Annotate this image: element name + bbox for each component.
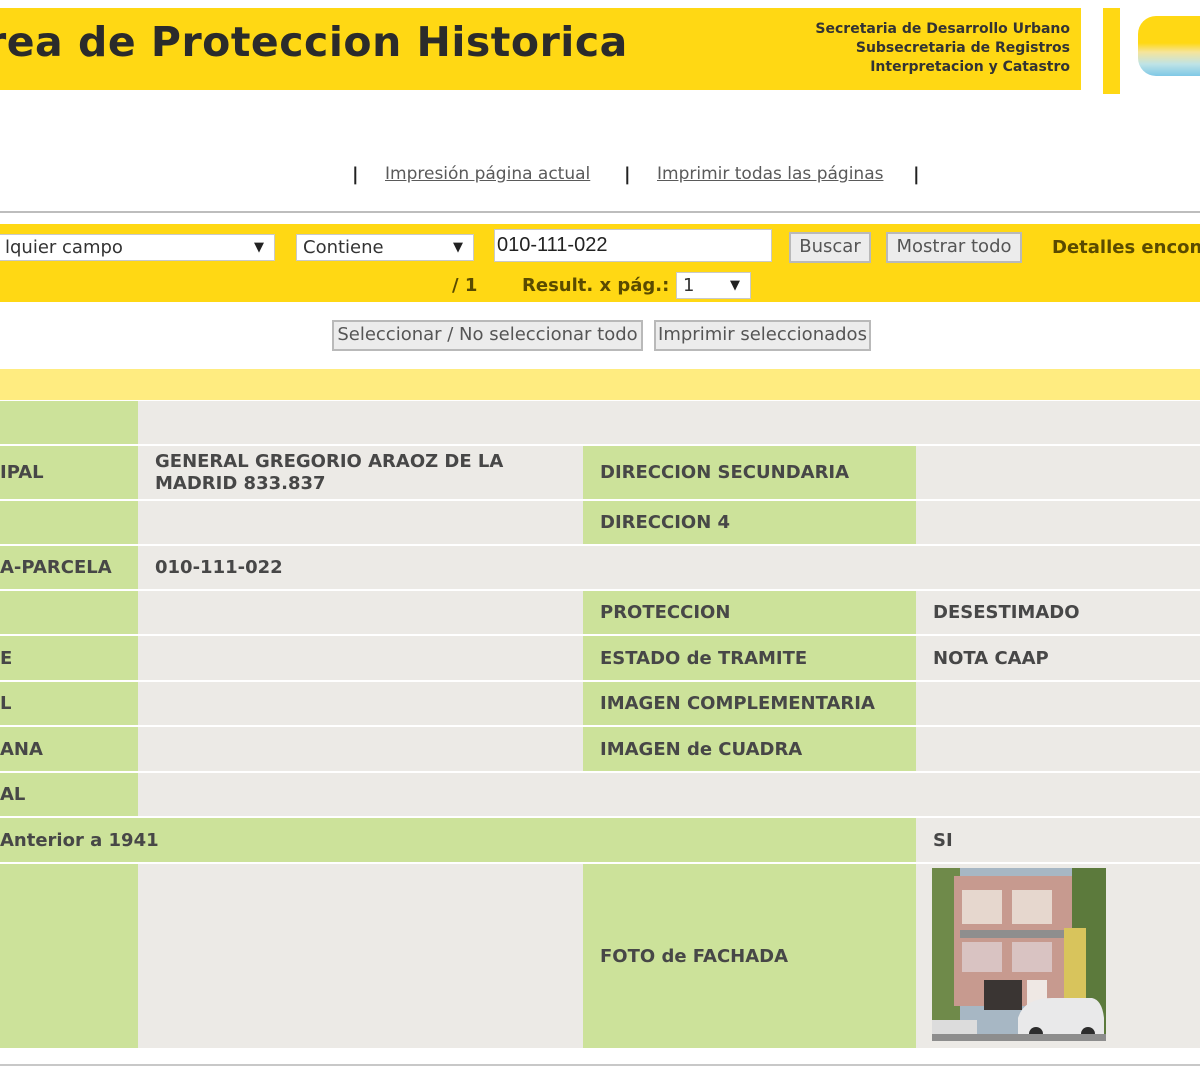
label-cell: A-PARCELA (0, 546, 138, 589)
value-cell (916, 727, 1200, 771)
value-cell (916, 501, 1200, 544)
dropdown-arrow-icon: ▼ (254, 240, 264, 255)
divider (0, 1064, 1200, 1066)
page-title: rea de Proteccion Historica (0, 18, 628, 66)
dept-line: Subsecretaria de Registros (855, 40, 1070, 56)
address-value: GENERAL GREGORIO ARAOZ DE LA MADRID 833.… (138, 446, 583, 499)
label-cell: AL (0, 773, 138, 816)
search-input[interactable]: 010-111-022 (494, 229, 772, 262)
label-cell: DIRECCION SECUNDARIA (583, 446, 916, 499)
label-cell (0, 501, 138, 544)
label-cell: ANA (0, 727, 138, 771)
pre-1941-value: SI (916, 818, 1200, 862)
label-cell (0, 591, 138, 634)
operator-select[interactable]: Contiene ▼ (296, 234, 474, 261)
show-all-button[interactable]: Mostrar todo (886, 232, 1022, 263)
label-cell: E (0, 636, 138, 680)
label-cell: IMAGEN COMPLEMENTARIA (583, 682, 916, 725)
label-cell: FOTO de FACHADA (583, 864, 916, 1048)
print-current-page-link[interactable]: Impresión página actual (385, 164, 590, 184)
separator: | (352, 164, 359, 185)
label-cell: DIRECCION 4 (583, 501, 916, 544)
results-per-page-value: 1 (683, 275, 695, 296)
page-count: / 1 (452, 275, 478, 296)
department-info: Secretaria de Desarrollo Urbano Subsecre… (815, 20, 1070, 77)
value-cell (138, 864, 583, 1048)
separator: | (624, 164, 631, 185)
table-header-row (0, 369, 1200, 400)
dropdown-arrow-icon: ▼ (730, 278, 740, 293)
value-cell (138, 401, 1200, 444)
value-cell (138, 501, 583, 544)
value-cell (138, 636, 583, 680)
header-divider (1103, 8, 1120, 94)
facade-image (932, 868, 1106, 1041)
separator: | (913, 164, 920, 185)
divider (0, 211, 1200, 213)
operator-select-value: Contiene (303, 237, 384, 258)
parcel-value: 010-111-022 (138, 546, 1200, 589)
records-found-text: Detalles encon (1052, 237, 1200, 258)
value-cell (138, 682, 583, 725)
label-cell (0, 864, 138, 1048)
value-cell (916, 446, 1200, 499)
dept-line: Secretaria de Desarrollo Urbano (815, 21, 1070, 37)
value-cell (138, 773, 1200, 816)
facade-photo[interactable] (932, 868, 1106, 1041)
field-select-value: lquier campo (5, 237, 123, 258)
value-cell (916, 682, 1200, 725)
label-cell: L (0, 682, 138, 725)
dropdown-arrow-icon: ▼ (453, 240, 463, 255)
status-value: NOTA CAAP (916, 636, 1200, 680)
results-per-page-label: Result. x pág.: (522, 275, 670, 296)
dept-line: Interpretacion y Catastro (870, 59, 1070, 75)
label-cell: IPAL (0, 446, 138, 499)
ba-logo (1138, 16, 1200, 76)
protection-value: DESESTIMADO (916, 591, 1200, 634)
print-all-pages-link[interactable]: Imprimir todas las páginas (657, 164, 883, 184)
label-cell: IMAGEN de CUADRA (583, 727, 916, 771)
label-cell: ESTADO de TRAMITE (583, 636, 916, 680)
print-selected-button[interactable]: Imprimir seleccionados (654, 320, 871, 351)
toggle-select-all-button[interactable]: Seleccionar / No seleccionar todo (332, 320, 643, 351)
value-cell (138, 727, 583, 771)
field-select[interactable]: lquier campo ▼ (0, 234, 275, 261)
label-cell (0, 401, 138, 444)
search-button[interactable]: Buscar (789, 232, 871, 263)
results-per-page-select[interactable]: 1 ▼ (676, 272, 751, 299)
label-cell: PROTECCION (583, 591, 916, 634)
value-cell (138, 591, 583, 634)
pre-1941-label: Anterior a 1941 (0, 818, 916, 862)
